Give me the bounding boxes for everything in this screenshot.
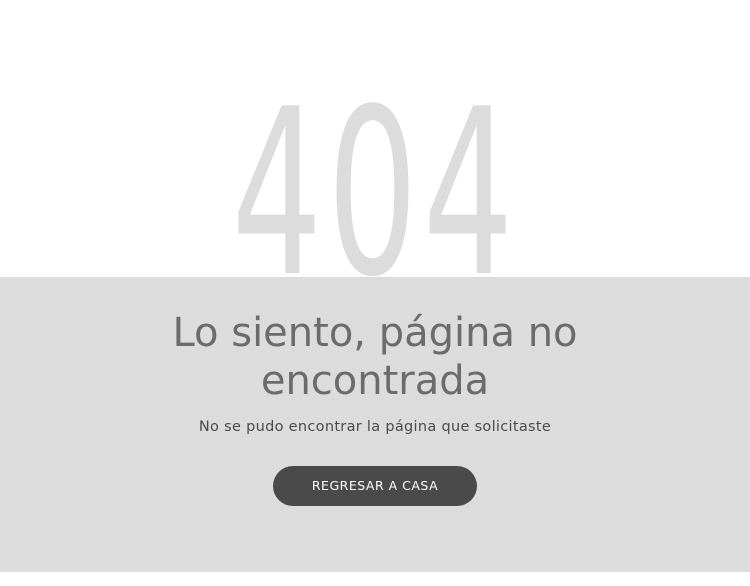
message-panel: Lo siento, página no encontrada No se pu… bbox=[0, 277, 750, 572]
home-button[interactable]: REGRESAR A CASA bbox=[273, 466, 477, 506]
error-message: No se pudo encontrar la página que solic… bbox=[198, 419, 552, 435]
error-title: Lo siento, página no encontrada bbox=[172, 310, 578, 404]
bottom-strip bbox=[0, 572, 750, 586]
error-page: 404 Lo siento, página no encontrada No s… bbox=[0, 0, 750, 586]
error-code: 404 bbox=[231, 61, 519, 328]
